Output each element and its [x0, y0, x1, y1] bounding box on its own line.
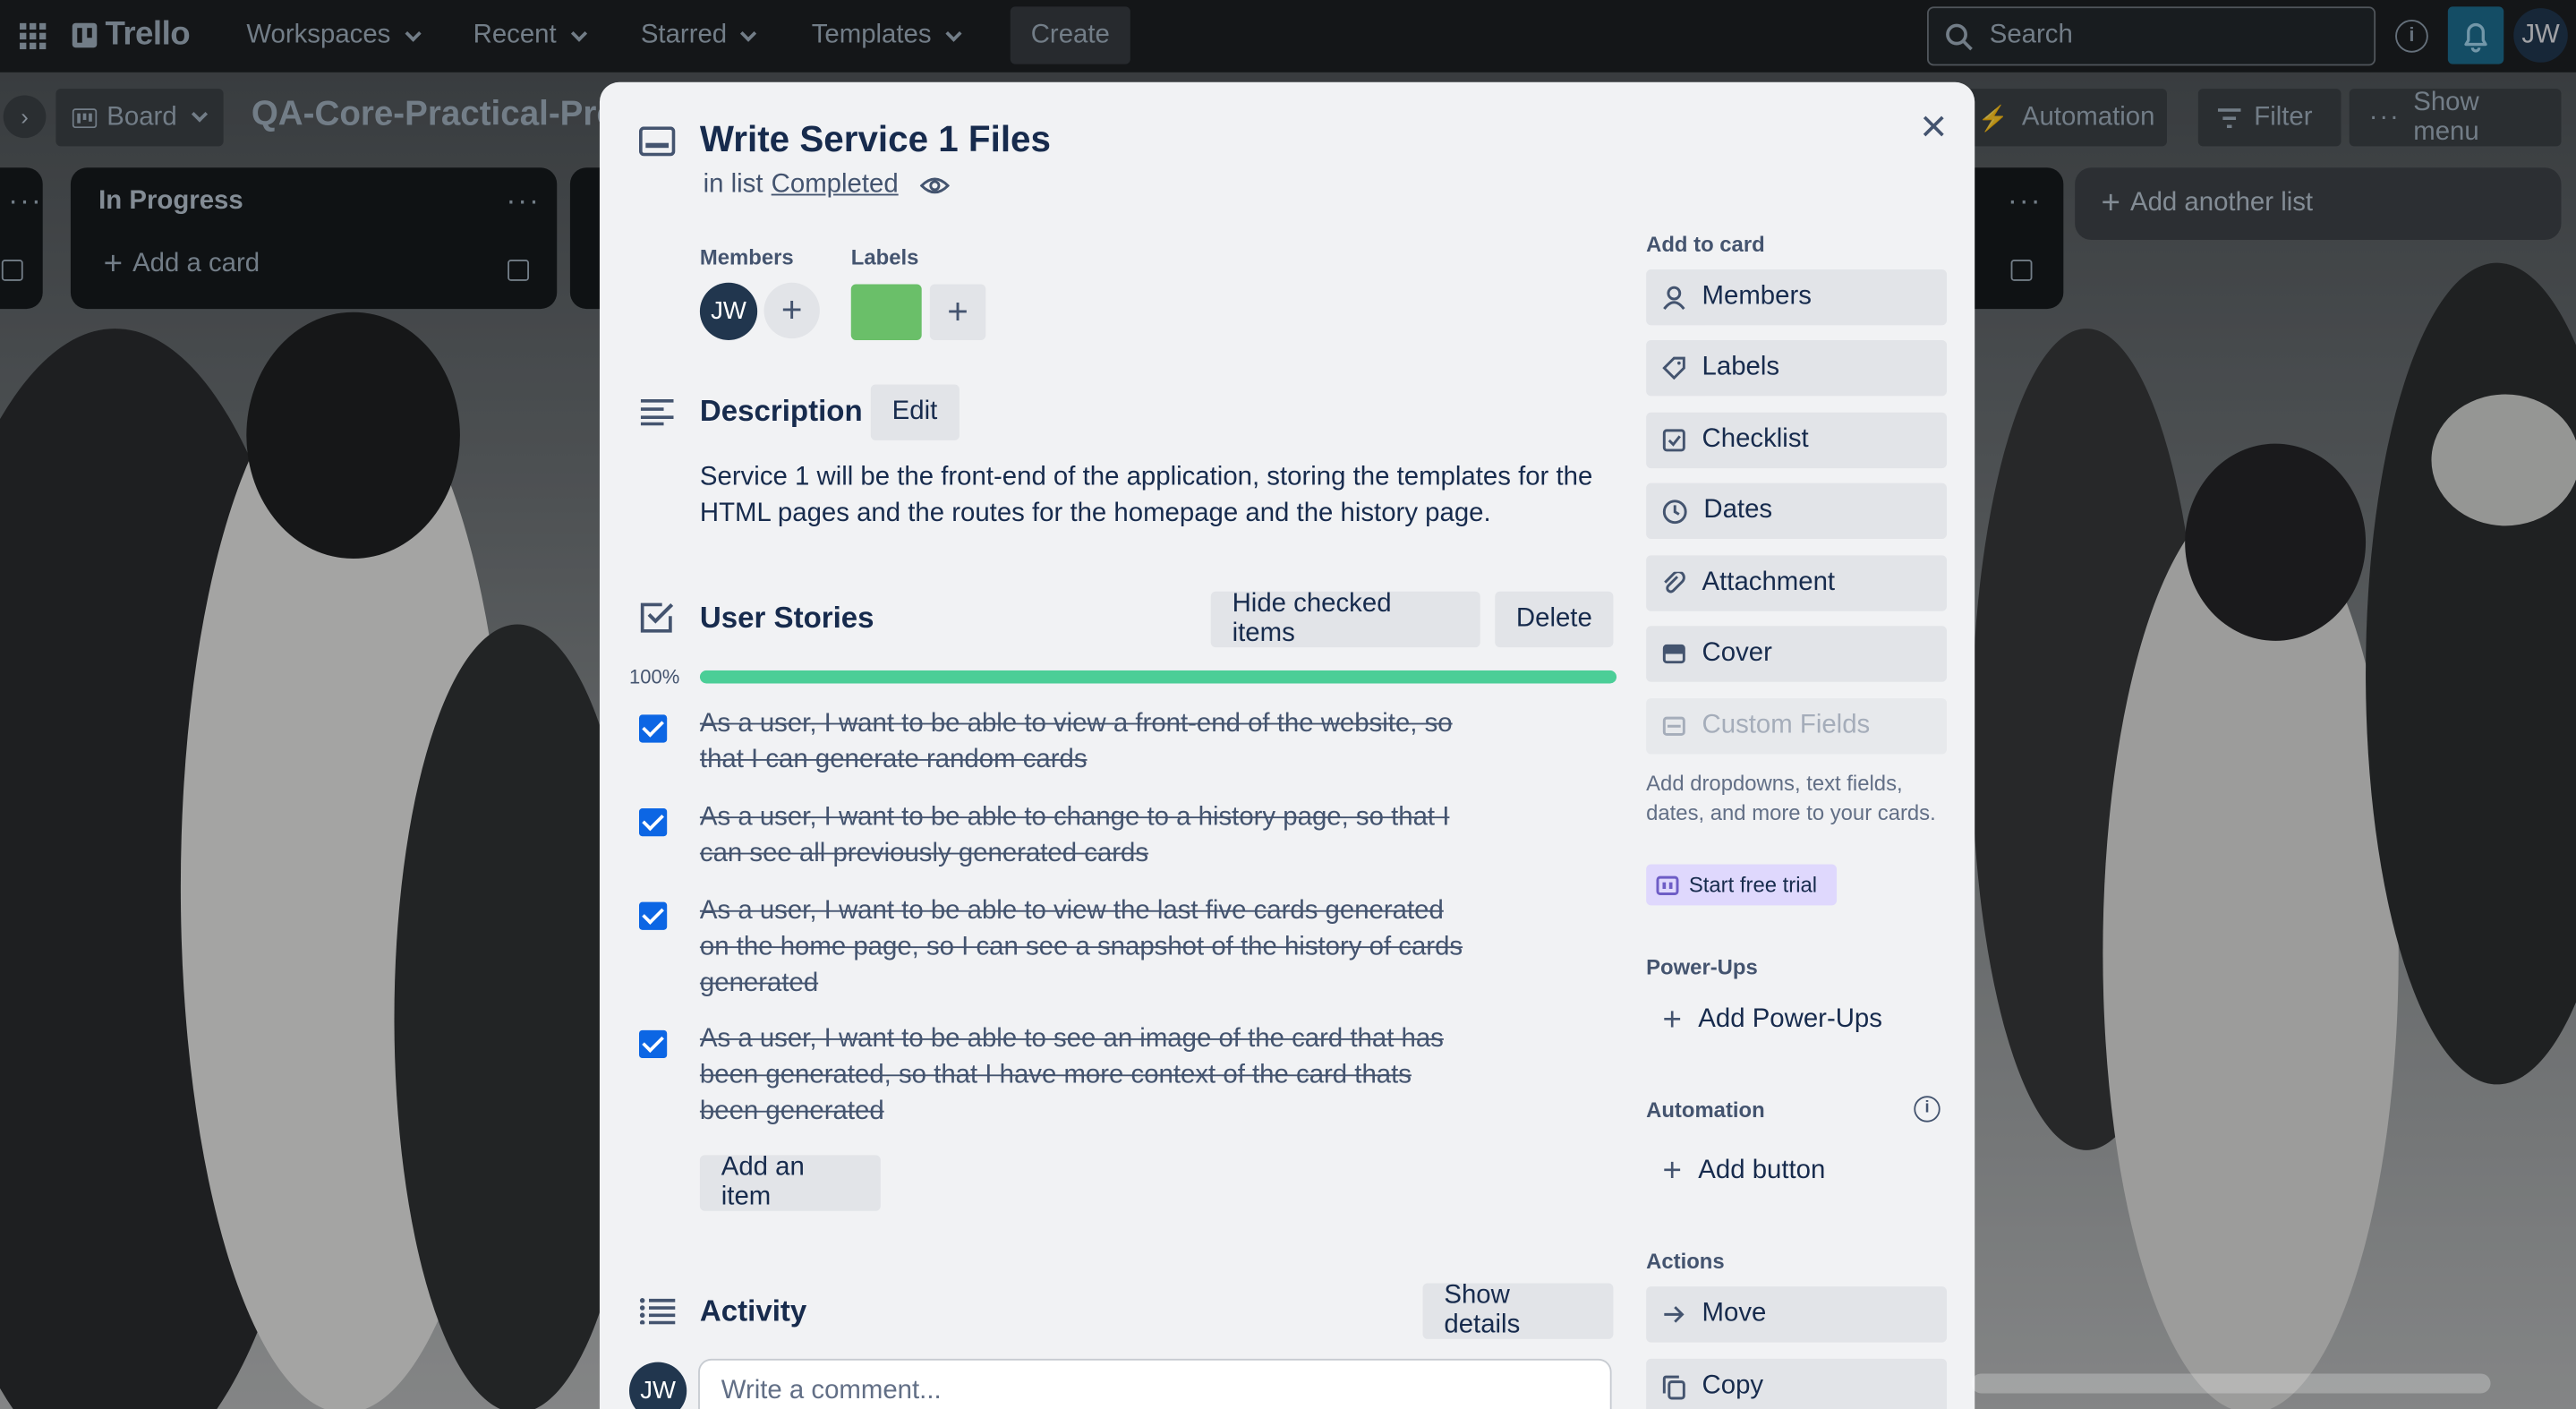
checklist-progress-fill [699, 670, 1617, 684]
card-detail-modal: Write Service 1 Files × in list Complete… [599, 81, 1975, 1409]
power-ups-label: Power-Ups [1646, 954, 1758, 979]
info-icon[interactable]: i [1914, 1096, 1941, 1123]
add-member-button[interactable]: + [763, 282, 820, 339]
paperclip-icon [1664, 570, 1685, 593]
checklist-item[interactable]: As a user, I want to be able to view a f… [600, 706, 1618, 781]
board-scrollbar[interactable] [1971, 1373, 2491, 1394]
green-label[interactable] [850, 284, 922, 340]
add-checklist-item-button[interactable]: Add an item [699, 1153, 881, 1211]
cover-button[interactable]: Cover [1646, 626, 1948, 682]
card-icon [638, 126, 676, 157]
checklist-progress-percent: 100% [628, 665, 680, 689]
clock-icon [1662, 499, 1687, 524]
activity-heading: Activity [699, 1294, 807, 1328]
card-list-info: in list Completed [704, 171, 950, 201]
add-power-ups-button[interactable]: + Add Power-Ups [1646, 993, 1881, 1048]
labels-button[interactable]: Labels [1646, 339, 1948, 397]
plus-icon: + [1662, 1152, 1682, 1189]
activity-icon [639, 1298, 676, 1325]
edit-description-button[interactable]: Edit [870, 384, 960, 440]
close-icon[interactable]: × [1914, 103, 1953, 149]
checkbox-checked[interactable] [638, 901, 668, 930]
checklist-progress-bar [699, 670, 1617, 684]
show-details-button[interactable]: Show details [1422, 1282, 1614, 1339]
custom-fields-button[interactable]: Custom Fields [1646, 698, 1948, 755]
delete-checklist-button[interactable]: Delete [1495, 591, 1614, 648]
copy-button[interactable]: Copy [1646, 1358, 1948, 1409]
card-title[interactable]: Write Service 1 Files [700, 118, 1051, 161]
custom-fields-description: Add dropdowns, text fields, dates, and m… [1646, 770, 1936, 824]
dates-button[interactable]: Dates [1646, 482, 1948, 540]
plus-icon: + [1662, 1001, 1682, 1038]
hide-checked-items-button[interactable]: Hide checked items [1210, 590, 1480, 648]
plus-icon: + [780, 289, 803, 330]
add-label-button[interactable]: + [929, 284, 986, 340]
members-label: Members [699, 244, 794, 270]
cover-icon [1662, 644, 1685, 664]
person-icon [1663, 285, 1685, 310]
automation-label: Automation [1646, 1097, 1765, 1123]
plus-icon: + [947, 290, 968, 332]
checklist-item-text[interactable]: As a user, I want to be able to change t… [700, 800, 1472, 873]
watch-eye-icon[interactable] [919, 175, 950, 195]
checklist-item-text[interactable]: As a user, I want to be able to view a f… [700, 706, 1472, 779]
checklist-icon [1662, 429, 1685, 452]
arrow-right-icon [1664, 1306, 1685, 1323]
checklist-item[interactable]: As a user, I want to be able to change t… [600, 800, 1618, 875]
actions-label: Actions [1646, 1248, 1725, 1274]
add-to-card-label: Add to card [1646, 231, 1765, 257]
checklist-item-text[interactable]: As a user, I want to be able to view the… [700, 893, 1472, 1002]
description-icon [640, 399, 674, 426]
members-button[interactable]: Members [1646, 269, 1948, 326]
checklist-button[interactable]: Checklist [1646, 412, 1948, 469]
comment-input[interactable]: Write a comment... [698, 1358, 1612, 1409]
checklist-heading[interactable]: User Stories [700, 602, 874, 636]
member-avatar[interactable]: JW [699, 282, 758, 340]
checkbox-checked[interactable] [638, 714, 668, 743]
custom-fields-icon [1662, 716, 1685, 736]
checklist-item-text[interactable]: As a user, I want to be able to see an i… [700, 1022, 1472, 1131]
move-button[interactable]: Move [1646, 1286, 1948, 1343]
add-button-button[interactable]: + Add button [1646, 1143, 1825, 1199]
trial-icon [1656, 875, 1679, 895]
attachment-button[interactable]: Attachment [1646, 555, 1948, 611]
checkbox-checked[interactable] [638, 808, 668, 837]
checklist-item[interactable]: As a user, I want to be able to view the… [600, 893, 1618, 1005]
description-heading: Description [699, 394, 863, 428]
checkbox-checked[interactable] [638, 1029, 668, 1059]
copy-icon [1662, 1374, 1685, 1399]
checklist-icon [640, 602, 674, 633]
commenter-avatar: JW [628, 1362, 687, 1409]
checklist-item[interactable]: As a user, I want to be able to see an i… [600, 1022, 1618, 1134]
list-link[interactable]: Completed [772, 171, 899, 201]
tag-icon [1662, 356, 1685, 380]
start-free-trial-button[interactable]: Start free trial [1646, 864, 1838, 906]
labels-label: Labels [850, 244, 919, 270]
description-text[interactable]: Service 1 will be the front-end of the a… [700, 460, 1620, 533]
